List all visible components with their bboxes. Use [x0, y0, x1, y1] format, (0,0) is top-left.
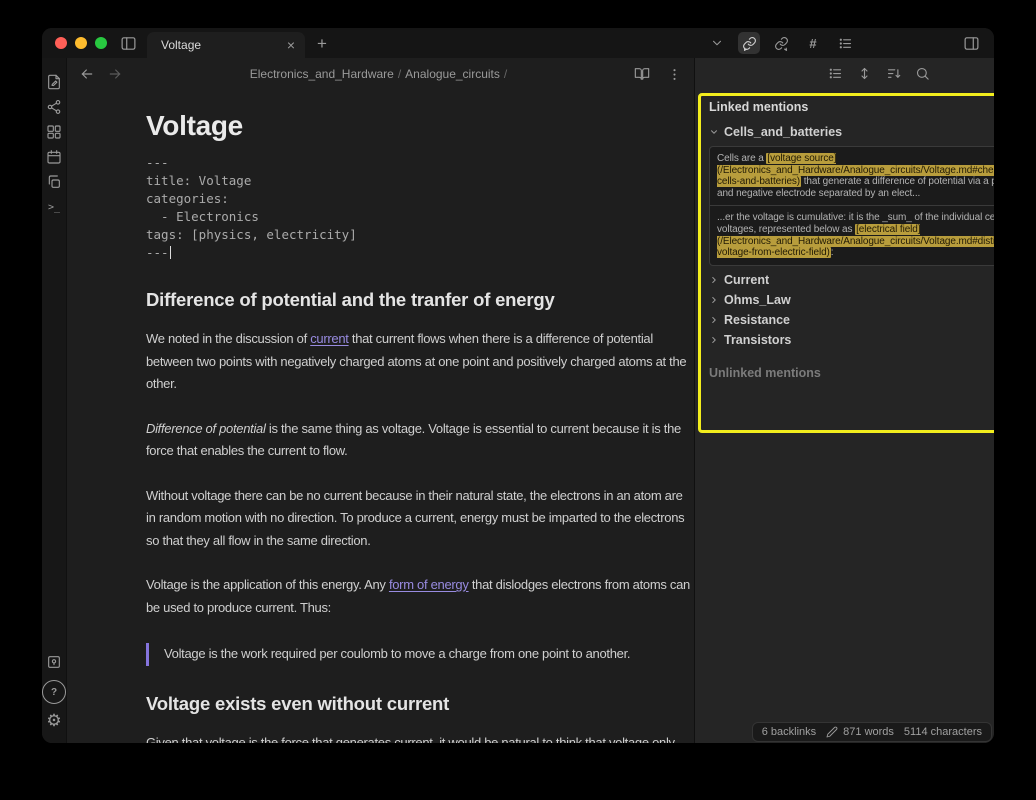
graph-view-icon[interactable]	[42, 95, 66, 119]
outgoing-links-icon[interactable]	[770, 32, 792, 54]
sort-order-icon[interactable]	[883, 63, 903, 83]
terminal-icon[interactable]: >_	[42, 195, 66, 219]
pencil-icon	[826, 726, 838, 738]
paragraph-text: We noted in the discussion of	[146, 331, 310, 346]
backlink-count-status[interactable]: 6 backlinks	[762, 726, 816, 738]
tags-icon[interactable]: #	[802, 32, 824, 54]
more-options-icon[interactable]	[664, 64, 684, 84]
paragraph: We noted in the discussion of current th…	[146, 328, 694, 396]
show-more-context-icon[interactable]	[825, 63, 845, 83]
tab-close-icon[interactable]: ×	[287, 38, 295, 52]
backlink-group-cells-and-batteries[interactable]: Cells_and_batteries 2	[709, 125, 994, 139]
help-icon[interactable]: ?	[42, 680, 66, 704]
breadcrumb-folder[interactable]: Electronics_and_Hardware	[250, 67, 394, 81]
backlink-file-name: Current	[724, 273, 769, 287]
settings-gear-icon[interactable]: ⚙	[42, 709, 66, 733]
vault-switcher-icon[interactable]	[42, 650, 66, 674]
paragraph-text: Voltage is the application of this energ…	[146, 577, 389, 592]
tab-voltage[interactable]: Voltage ×	[147, 32, 305, 58]
close-window-button[interactable]	[55, 37, 67, 49]
backlink-file-name: Ohms_Law	[724, 293, 791, 307]
breadcrumb-separator: /	[500, 67, 511, 81]
frontmatter-line: title: Voltage	[146, 173, 251, 188]
daily-note-calendar-icon[interactable]	[42, 145, 66, 169]
outline-icon[interactable]	[834, 32, 856, 54]
forward-arrow-icon[interactable]	[105, 64, 125, 84]
reading-mode-book-icon[interactable]	[632, 64, 652, 84]
left-ribbon: >_ ? ⚙	[42, 58, 67, 743]
backlink-results: Cells are a [voltage source](/Electronic…	[709, 146, 994, 266]
backlink-file-name: Cells_and_batteries	[724, 125, 842, 139]
note-title: Voltage	[146, 110, 694, 142]
window-controls	[42, 37, 115, 49]
paragraph: Difference of potential is the same thin…	[146, 418, 694, 463]
backlinks-icon[interactable]	[738, 32, 760, 54]
backlinks-panel: Linked mentions 6 Cells_and_batteries 2 …	[694, 58, 994, 743]
blockquote: Voltage is the work required per coulomb…	[146, 643, 694, 666]
minimize-window-button[interactable]	[75, 37, 87, 49]
linked-mentions-title: Linked mentions	[709, 100, 808, 114]
new-note-icon[interactable]	[42, 70, 66, 94]
back-arrow-icon[interactable]	[77, 64, 97, 84]
text-cursor	[170, 246, 171, 259]
internal-link-form-of-energy[interactable]: form of energy	[389, 577, 469, 592]
search-icon[interactable]	[912, 63, 932, 83]
frontmatter-line: - Electronics	[146, 209, 259, 224]
toggle-left-sidebar-icon[interactable]	[117, 32, 139, 54]
italic-text: Difference of potential	[146, 421, 266, 436]
section-heading: Voltage exists even without current	[146, 692, 694, 716]
chevron-right-icon	[709, 275, 719, 285]
app-window: Voltage × + #	[42, 28, 994, 743]
unlinked-mentions-header[interactable]: Unlinked mentions	[709, 366, 994, 380]
frontmatter-line: ---	[146, 245, 169, 260]
backlink-match[interactable]: ...er the voltage is cumulative: it is t…	[710, 205, 994, 264]
breadcrumb: Electronics_and_Hardware/Analogue_circui…	[67, 67, 694, 81]
internal-link-current[interactable]: current	[310, 331, 348, 346]
status-bar: 6 backlinks 871 words 5114 characters	[752, 722, 992, 742]
backlink-group-transistors[interactable]: Transistors 1	[709, 335, 994, 346]
frontmatter-line: ---	[146, 155, 169, 170]
new-tab-button[interactable]: +	[317, 35, 327, 52]
backlink-group-current[interactable]: Current 1	[709, 275, 994, 286]
linked-mentions-header[interactable]: Linked mentions 6	[709, 100, 994, 114]
word-count: 871 words	[843, 726, 894, 738]
chevron-down-icon	[709, 127, 719, 137]
canvas-icon[interactable]	[42, 120, 66, 144]
chevron-right-icon	[709, 335, 719, 345]
backlink-file-name: Transistors	[724, 333, 791, 347]
tab-list-chevron-icon[interactable]	[706, 32, 728, 54]
section-heading: Difference of potential and the tranfer …	[146, 288, 694, 312]
titlebar: Voltage × + #	[42, 28, 994, 58]
tab-title: Voltage	[161, 38, 287, 52]
match-text: Cells are a	[717, 153, 766, 164]
frontmatter-line: categories:	[146, 191, 229, 206]
toggle-right-sidebar-icon[interactable]	[960, 32, 982, 54]
frontmatter-block[interactable]: --- title: Voltage categories: - Electro…	[146, 154, 694, 262]
blockquote-text: Voltage is the work required per coulomb…	[164, 643, 694, 666]
templates-copy-icon[interactable]	[42, 170, 66, 194]
paragraph: Without voltage there can be no current …	[146, 485, 694, 553]
breadcrumb-subfolder[interactable]: Analogue_circuits	[405, 67, 500, 81]
breadcrumb-separator: /	[394, 67, 405, 81]
note-editor[interactable]: Voltage --- title: Voltage categories: -…	[67, 90, 694, 743]
view-header: Electronics_and_Hardware/Analogue_circui…	[67, 58, 694, 90]
chevron-right-icon	[709, 315, 719, 325]
titlebar-actions: #	[706, 32, 994, 54]
zoom-window-button[interactable]	[95, 37, 107, 49]
match-text: :	[831, 247, 834, 258]
backlink-file-name: Resistance	[724, 313, 790, 327]
editor-pane: Electronics_and_Hardware/Analogue_circui…	[67, 58, 694, 743]
frontmatter-line: tags: [physics, electricity]	[146, 227, 357, 242]
expand-collapse-icon[interactable]	[854, 63, 874, 83]
paragraph: Voltage is the application of this energ…	[146, 574, 694, 619]
backlink-group-resistance[interactable]: Resistance 1	[709, 315, 994, 326]
chevron-right-icon	[709, 295, 719, 305]
backlink-match[interactable]: Cells are a [voltage source](/Electronic…	[710, 147, 994, 205]
paragraph-text: Given that voltage is the force that gen…	[146, 735, 675, 744]
paragraph: Given that voltage is the force that gen…	[146, 732, 694, 744]
backlink-group-ohms-law[interactable]: Ohms_Law 1	[709, 295, 994, 306]
character-count: 5114 characters	[904, 726, 982, 738]
backlinks-toolbar	[695, 58, 994, 88]
